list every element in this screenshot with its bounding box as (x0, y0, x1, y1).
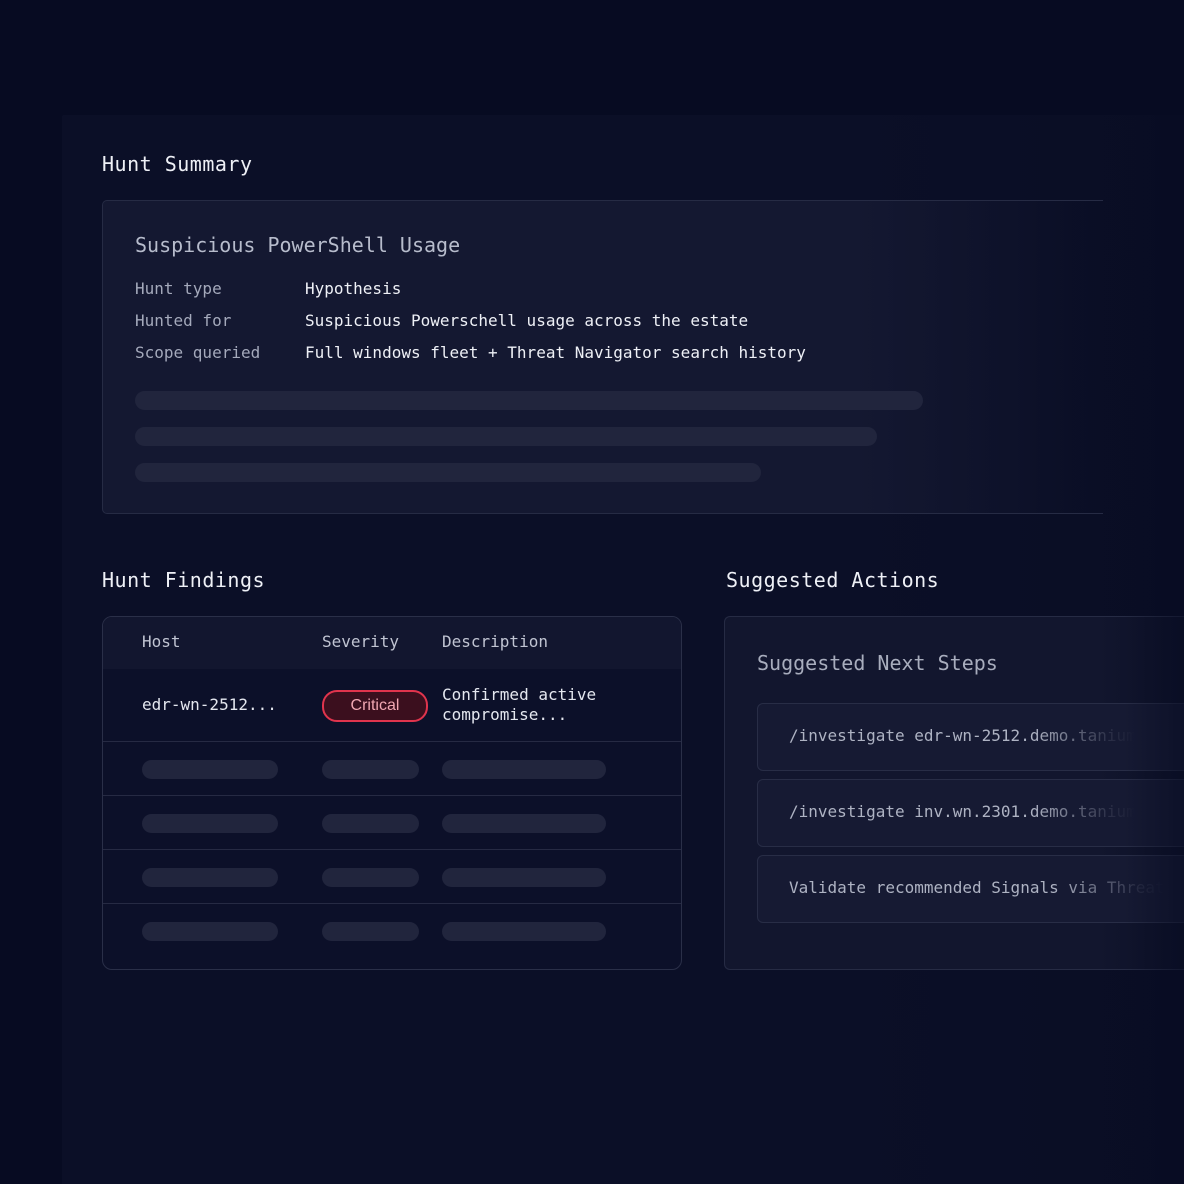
field-hunted-for: Hunted for Suspicious Powerschell usage a… (135, 311, 748, 330)
hunt-summary-heading: Hunt Summary (102, 152, 253, 176)
suggested-action-text: /investigate inv.wn.2301.demo.tanium (789, 802, 1136, 821)
field-label: Scope queried (135, 343, 261, 362)
host-cell: edr-wn-2512... (142, 695, 277, 714)
loading-placeholder-line (135, 391, 923, 410)
loading-placeholder-line (135, 427, 877, 446)
column-header-host[interactable]: Host (142, 632, 181, 651)
hunt-summary-card: Suspicious PowerShell Usage Hunt type Hyp… (102, 200, 1103, 514)
loading-placeholder-cell (142, 814, 278, 833)
table-row-placeholder (103, 904, 681, 968)
loading-placeholder-cell (442, 868, 606, 887)
loading-placeholder-cell (442, 760, 606, 779)
suggested-action-item[interactable]: /investigate edr-wn-2512.demo.tanium (757, 703, 1184, 771)
loading-placeholder-line (135, 463, 761, 482)
loading-placeholder-cell (442, 814, 606, 833)
column-header-description[interactable]: Description (442, 632, 548, 651)
field-scope-queried: Scope queried Full windows fleet + Threat… (135, 343, 806, 362)
table-row-placeholder (103, 796, 681, 850)
loading-placeholder-cell (322, 922, 419, 941)
page: Hunt Summary Suspicious PowerShell Usage… (0, 0, 1184, 1184)
field-value: Full windows fleet + Threat Navigator se… (305, 343, 806, 362)
table-row[interactable]: edr-wn-2512... Critical Confirmed active… (103, 669, 681, 742)
findings-table: Host Severity Description edr-wn-2512...… (102, 616, 682, 970)
loading-placeholder-cell (142, 760, 278, 779)
hunt-findings-heading: Hunt Findings (102, 568, 266, 592)
loading-placeholder-cell (322, 814, 419, 833)
loading-placeholder-cell (322, 760, 419, 779)
field-label: Hunt type (135, 279, 222, 298)
loading-placeholder-cell (142, 868, 278, 887)
loading-placeholder-cell (142, 922, 278, 941)
suggested-action-item[interactable]: /investigate inv.wn.2301.demo.tanium (757, 779, 1184, 847)
loading-placeholder-cell (322, 868, 419, 887)
table-row-placeholder (103, 742, 681, 796)
suggested-actions-heading: Suggested Actions (726, 568, 940, 592)
severity-badge: Critical (322, 690, 428, 722)
column-header-severity[interactable]: Severity (322, 632, 399, 651)
field-value: Suspicious Powerschell usage across the … (305, 311, 749, 330)
field-label: Hunted for (135, 311, 232, 330)
table-row-placeholder (103, 850, 681, 904)
field-hunt-type: Hunt type Hypothesis (135, 279, 401, 298)
suggested-action-text: /investigate edr-wn-2512.demo.tanium (789, 726, 1136, 745)
loading-placeholder-cell (442, 922, 606, 941)
description-cell: Confirmed active compromise... (442, 685, 597, 724)
hunt-title: Suspicious PowerShell Usage (135, 233, 461, 257)
suggested-action-item[interactable]: Validate recommended Signals via Threat (757, 855, 1184, 923)
field-value: Hypothesis (305, 279, 402, 298)
suggested-next-steps-title: Suggested Next Steps (757, 651, 998, 675)
suggested-actions-card: Suggested Next Steps /investigate edr-wn… (724, 616, 1184, 970)
table-header: Host Severity Description (103, 617, 681, 669)
suggested-action-text: Validate recommended Signals via Threat (789, 878, 1165, 897)
